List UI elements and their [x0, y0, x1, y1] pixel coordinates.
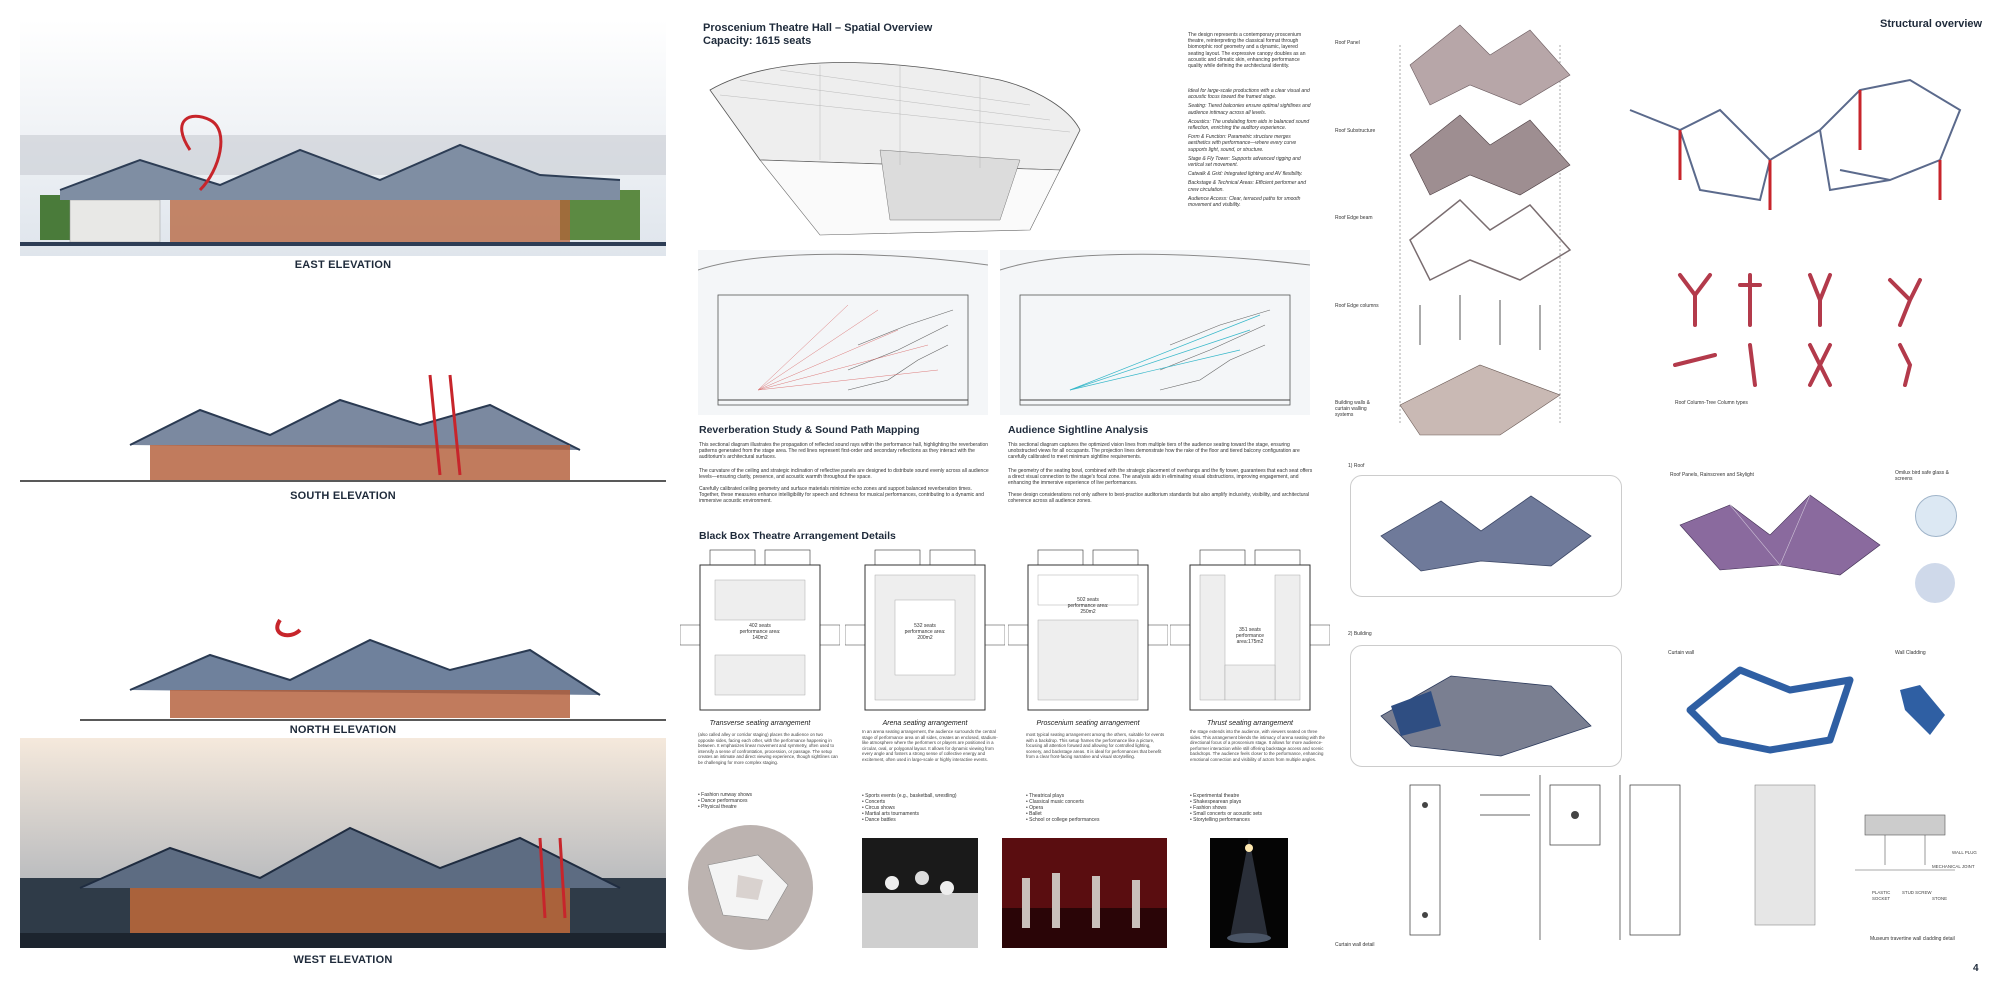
sightline-section-drawing	[999, 250, 1311, 415]
plan-uses: • Experimental theatre • Shakespearean p…	[1190, 793, 1262, 823]
roof-layer-label: 1) Roof	[1348, 463, 1365, 469]
plan-caption: Proscenium seating arrangement	[1036, 720, 1140, 727]
glass-label: Omilux bird safe glass & screens	[1895, 470, 1949, 482]
column-types-caption: Roof Column-Tree Column types	[1675, 400, 1748, 406]
building-layer-label: 2) Building	[1348, 631, 1372, 637]
wall-cladding-label: Wall Cladding	[1895, 650, 1926, 656]
layer-label: Roof Substructure	[1335, 128, 1376, 134]
detail-label: STONE	[1932, 896, 1948, 901]
blackbox-title: Black Box Theatre Arrangement Details	[699, 530, 896, 542]
proscenium-photo	[1002, 838, 1167, 948]
plan-text: In an arena seating arrangement, the aud…	[862, 729, 998, 762]
exploded-axonometric	[1380, 15, 1580, 445]
roof-massing	[1350, 475, 1622, 597]
roof-panels-label: Roof Panels, Rainscreen and Skylight	[1670, 472, 1754, 478]
south-elevation-label: SOUTH ELEVATION	[290, 490, 396, 502]
glass-sample-icon	[1915, 495, 1957, 537]
sightline-paragraph: These design considerations not only adh…	[1008, 492, 1310, 505]
plan-text: (also called alley or corridor staging) …	[698, 732, 838, 765]
curtain-wall-label: Curtain wall	[1668, 650, 1695, 656]
plan-use-item: • School or college performances	[1026, 817, 1100, 823]
layer-label: Roof Edge beam	[1335, 215, 1373, 221]
arena-photo	[862, 838, 978, 948]
hall-note: Seating: Tiered balconies ensure optimal…	[1188, 103, 1311, 116]
detail-label: STUD SCREW	[1902, 890, 1932, 895]
plan-text: the stage extends into the audience, wit…	[1190, 729, 1325, 762]
north-elevation-drawing	[20, 610, 666, 722]
north-elevation-label: NORTH ELEVATION	[289, 724, 397, 736]
hall-note: Ideal for large-scale productions with a…	[1188, 88, 1310, 101]
hall-note: Catwalk & Grid: Integrated lighting and …	[1188, 171, 1303, 178]
hall-note: Audience Access: Clear, terraced paths f…	[1188, 195, 1301, 209]
curtain-wall-model	[1680, 660, 1870, 760]
sightline-title: Audience Sightline Analysis	[1008, 424, 1149, 436]
sightline-paragraph: The geometry of the seating bowl, combin…	[1008, 468, 1313, 487]
reverb-section-drawing	[697, 250, 989, 415]
detail-label: MECHANICAL JOINT	[1932, 864, 1975, 869]
hall-note: Form & Function: Parametric structure me…	[1188, 134, 1297, 153]
hall-notes: Ideal for large-scale productions with a…	[1188, 88, 1313, 211]
plan-thrust: 351 seats performance area:175m2	[1169, 545, 1331, 720]
column-types-diagram	[1660, 265, 1930, 395]
plan-use-item: • Storytelling performances	[1190, 817, 1250, 823]
plan-caption: Transverse seating arrangement	[709, 720, 811, 727]
plan-use-item: • Physical theatre	[698, 804, 737, 810]
wall-cladding-model	[1895, 680, 1950, 740]
plan-transverse: 402 seats performance area: 140m2	[679, 545, 841, 720]
curtain-wall-detail-label: Curtain wall detail	[1335, 942, 1375, 948]
layer-label: Roof Panel	[1335, 40, 1360, 46]
hall-note: Stage & Fly Tower: Supports advanced rig…	[1188, 155, 1301, 169]
plan-caption: Arena seating arrangement	[882, 720, 968, 727]
east-elevation-label: EAST ELEVATION	[294, 259, 392, 271]
reverb-paragraph: The curvature of the ceiling and strateg…	[699, 468, 989, 481]
hall-axonometric-drawing	[700, 50, 1100, 240]
travertine-detail-drawing	[1745, 775, 1970, 935]
hall-capacity: Capacity: 1615 seats	[703, 35, 812, 47]
page-number: 4	[1973, 963, 1979, 974]
hall-note: Backstage & Technical Areas: Efficient p…	[1188, 180, 1307, 193]
plan-sqm: area:175m2	[1236, 639, 1264, 645]
roof-panels-model	[1670, 485, 1895, 595]
site-plan-circle	[688, 825, 813, 950]
layer-label: Building walls & curtain walling systems	[1335, 400, 1371, 418]
layer-label: Roof Edge columns	[1335, 303, 1379, 309]
detail-label: WALL PLUG	[1952, 850, 1977, 855]
plan-uses: • Theatrical plays • Classical music con…	[1026, 793, 1099, 823]
detail-label: PLASTIC SOCKET	[1872, 890, 1891, 901]
south-elevation-drawing	[20, 355, 666, 485]
plan-proscenium: 502 seats performance area: 250m2	[1007, 545, 1169, 720]
reverb-paragraph: This sectional diagram illustrates the p…	[699, 442, 989, 461]
plan-use-item: • Dance battles	[862, 817, 896, 823]
plan-sqm: 140m2	[752, 635, 768, 641]
structural-roof-model	[1620, 50, 1980, 230]
screen-sample-icon	[1915, 563, 1955, 603]
hall-title: Proscenium Theatre Hall – Spatial Overvi…	[703, 22, 933, 34]
plan-uses: • Sports events (e.g., basketball, wrest…	[862, 793, 957, 823]
curtain-wall-detail-drawing	[1330, 775, 1720, 940]
plan-sqm: 250m2	[1080, 609, 1096, 615]
plan-uses: • Fashion runway shows • Dance performan…	[698, 792, 752, 810]
plan-caption: Thrust seating arrangement	[1207, 720, 1293, 727]
reverb-paragraph: Carefully calibrated ceiling geometry an…	[699, 486, 984, 505]
sightline-paragraph: This sectional diagram captures the opti…	[1008, 442, 1300, 461]
plan-sqm: 200m2	[917, 635, 933, 641]
building-massing	[1350, 645, 1622, 767]
plan-arena: 532 seats performance area: 200m2	[844, 545, 1006, 720]
east-elevation-drawing	[20, 20, 666, 256]
west-elevation-drawing	[20, 738, 666, 948]
hall-note: Acoustics: The undulating form aids in b…	[1188, 118, 1310, 132]
thrust-photo	[1210, 838, 1288, 948]
plan-text: most typical seating arrangement among t…	[1026, 732, 1165, 759]
reverb-title: Reverberation Study & Sound Path Mapping	[699, 424, 920, 436]
travertine-detail-label: Museum travertine wall cladding detail	[1870, 936, 1955, 942]
structure-title: Structural overview	[1880, 18, 1983, 30]
hall-intro: The design represents a contemporary pro…	[1188, 32, 1306, 70]
west-elevation-label: WEST ELEVATION	[293, 954, 393, 966]
